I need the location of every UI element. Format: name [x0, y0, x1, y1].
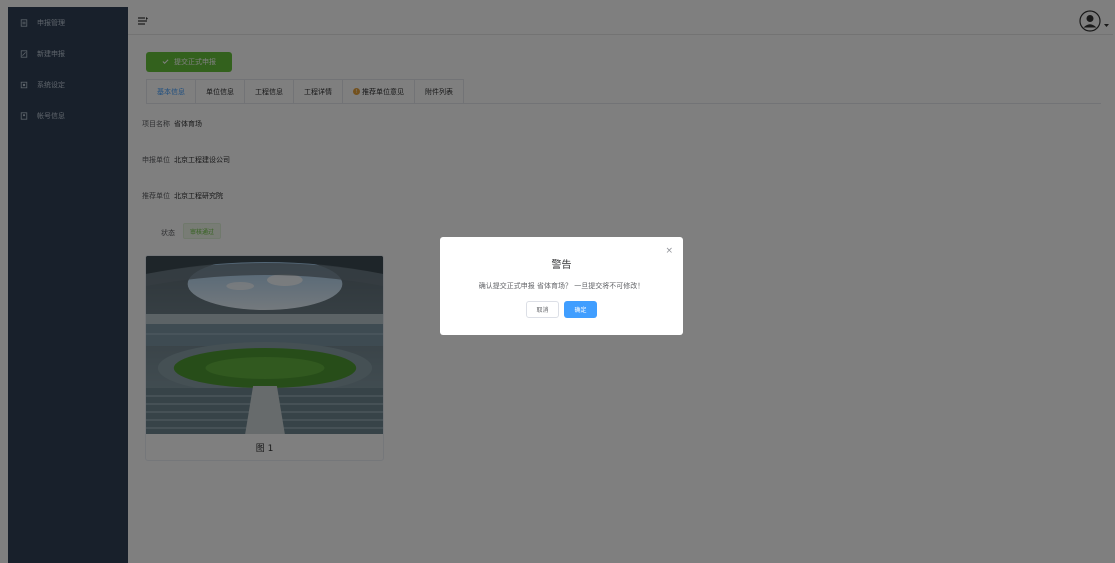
dialog-title: 警告 — [551, 260, 572, 271]
dialog-message: 确认提交正式申报 省体育场？ 一旦提交将不可修改！ — [478, 282, 645, 290]
warning-dialog: 警告 × 确认提交正式申报 省体育场？ 一旦提交将不可修改！ 取消 确定 — [440, 237, 683, 335]
confirm-button[interactable]: 确定 — [564, 301, 597, 318]
close-icon[interactable]: × — [665, 246, 673, 256]
cancel-button[interactable]: 取消 — [526, 301, 559, 318]
